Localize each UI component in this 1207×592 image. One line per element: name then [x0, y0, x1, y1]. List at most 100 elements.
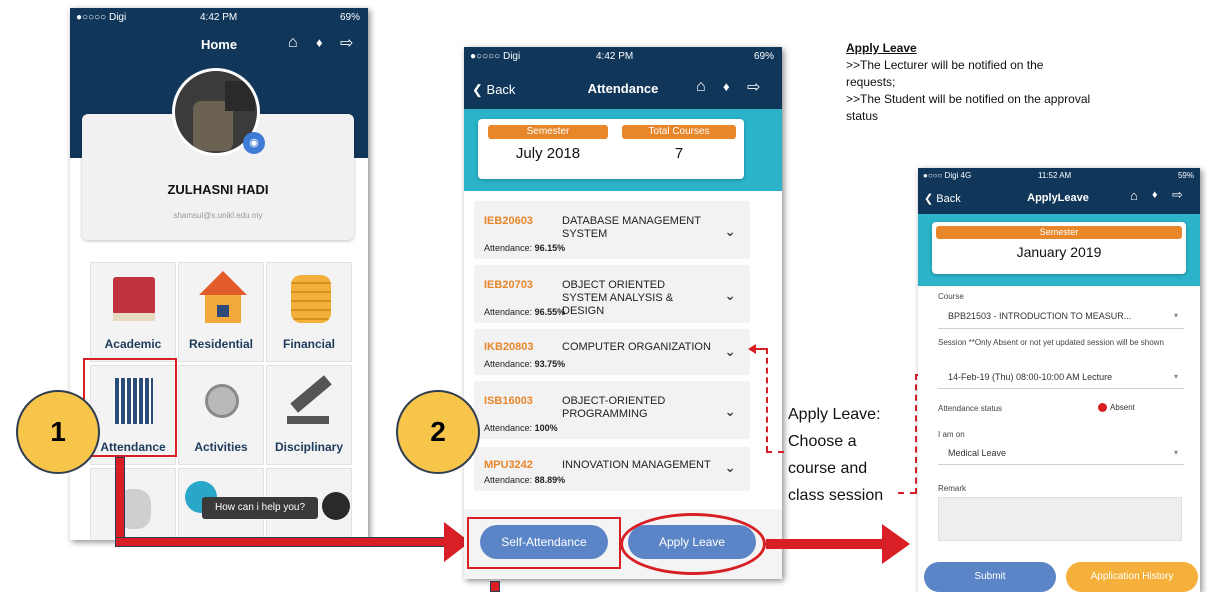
step-1-marker: 1 — [16, 390, 100, 474]
course-name: DATABASE MANAGEMENT SYSTEM — [562, 215, 701, 240]
profile-email: shamsul@s.unikl.edu.my — [173, 211, 263, 220]
semester-label: Semester — [936, 226, 1182, 239]
note-line: class session — [788, 487, 884, 504]
chevron-down-icon[interactable]: ⌄ — [724, 223, 736, 240]
clock-text: 4:42 PM — [200, 12, 238, 23]
course-code: MPU3242 — [484, 459, 533, 471]
camera-icon[interactable]: ◉ — [243, 132, 265, 154]
caret-down-icon[interactable]: ▾ — [1174, 448, 1178, 457]
course-code: IKB20803 — [484, 341, 534, 353]
dashed-pointer — [898, 492, 916, 494]
tile-financial[interactable]: Financial — [266, 262, 352, 362]
caret-down-icon[interactable]: ▾ — [1174, 311, 1178, 320]
course-code: IEB20603 — [484, 215, 533, 227]
attendance-value: 100% — [534, 423, 558, 433]
step-2-marker: 2 — [396, 390, 480, 474]
course-name: OBJECT-ORIENTED PROGRAMMING — [562, 395, 666, 420]
course-item[interactable]: IKB20803 COMPUTER ORGANIZATION Attendanc… — [474, 329, 750, 375]
attendance-value: 93.75% — [534, 359, 566, 369]
semester-card: Semester July 2018 Total Courses 7 — [478, 119, 744, 179]
tile-label: Academic — [104, 337, 162, 351]
chat-bubble[interactable]: How can i help you? — [202, 497, 318, 519]
course-item[interactable]: ISB16003 OBJECT-ORIENTED PROGRAMMING Att… — [474, 381, 750, 439]
note-title: Apply Leave — [846, 41, 917, 55]
course-attendance: Attendance: 96.15% — [484, 243, 565, 253]
battery-text: 69% — [339, 12, 360, 23]
total-courses-value: 7 — [674, 145, 684, 162]
self-attendance-highlight — [467, 517, 621, 569]
support-agent-icon[interactable] — [322, 492, 350, 520]
home-icon[interactable]: ⌂ — [288, 34, 298, 52]
chevron-down-icon[interactable]: ⌄ — [724, 343, 736, 360]
attendance-status-value: Absent — [1110, 403, 1135, 412]
chevron-down-icon[interactable]: ⌄ — [724, 403, 736, 420]
arrow-line — [115, 457, 125, 547]
logout-icon[interactable]: ⇨ — [340, 33, 353, 53]
chevron-left-icon: ❮ — [472, 82, 483, 97]
note-line: Choose a — [788, 433, 857, 450]
status-bar: ●○○○○ Digi 4:42 PM 69% — [464, 51, 782, 65]
course-name: COMPUTER ORGANIZATION — [562, 341, 711, 353]
tile-label: Residential — [188, 337, 254, 351]
status-bar: ●○○○○ Digi 4:42 PM 69% — [70, 12, 368, 26]
session-label: Session **Only Absent or not yet updated… — [938, 338, 1164, 347]
course-code: IEB20703 — [484, 279, 533, 291]
semester-banner: Semester July 2018 Total Courses 7 — [464, 109, 782, 191]
attendance-label: Attendance: — [484, 307, 533, 317]
remark-textarea[interactable] — [938, 497, 1182, 541]
chevron-left-icon: ❮ — [924, 193, 934, 205]
apply-leave-note: Apply Leave >>The Lecturer will be notif… — [846, 40, 1096, 125]
course-item[interactable]: IEB20703 OBJECT ORIENTED SYSTEM ANALYSIS… — [474, 265, 750, 323]
bell-icon[interactable]: ♦ — [723, 79, 730, 94]
alert-icon — [1098, 403, 1107, 412]
caret-down-icon[interactable]: ▾ — [1174, 372, 1178, 381]
note-line: course and — [788, 460, 868, 477]
clock-text: 4:42 PM — [596, 51, 634, 62]
course-item[interactable]: MPU3242 INNOVATION MANAGEMENT Attendance… — [474, 447, 750, 491]
attendance-label: Attendance: — [484, 423, 533, 433]
logout-icon[interactable]: ⇨ — [1172, 187, 1183, 203]
arrow-line — [766, 539, 884, 549]
attendance-label: Attendance: — [484, 475, 533, 485]
course-name: INNOVATION MANAGEMENT — [562, 459, 711, 471]
house-icon — [199, 271, 247, 295]
book-icon — [113, 277, 155, 315]
semester-value: July 2018 — [515, 145, 581, 162]
bell-icon[interactable]: ♦ — [316, 35, 323, 50]
status-bar: ●○○○ Digi 4G 11:52 AM 59% — [918, 171, 1200, 183]
leave-type-select[interactable]: Medical Leave — [948, 448, 1006, 458]
course-item[interactable]: IEB20603 DATABASE MANAGEMENT SYSTEM Atte… — [474, 201, 750, 259]
course-label: Course — [938, 292, 964, 301]
attendance-header: ●○○○○ Digi 4:42 PM 69% ❮ Back Attendance… — [464, 47, 782, 109]
semester-banner: Semester January 2019 — [918, 214, 1200, 286]
back-button[interactable]: ❮ Back — [472, 82, 515, 98]
tile-partial[interactable] — [90, 468, 176, 540]
tile-activities[interactable]: Activities — [178, 365, 264, 465]
tile-label: Disciplinary — [274, 440, 344, 454]
home-icon[interactable]: ⌂ — [696, 78, 706, 96]
battery-text: 59% — [1177, 171, 1194, 180]
attendance-label: Attendance: — [484, 243, 533, 253]
logout-icon[interactable]: ⇨ — [747, 77, 760, 97]
divider — [938, 388, 1184, 389]
apply-leave-header: ●○○○ Digi 4G 11:52 AM 59% ❮ Back ApplyLe… — [918, 168, 1200, 214]
session-select[interactable]: 14-Feb-19 (Thu) 08:00-10:00 AM Lecture — [948, 372, 1172, 382]
arrow-line — [115, 537, 445, 547]
chevron-down-icon[interactable]: ⌄ — [724, 287, 736, 304]
submit-button[interactable]: Submit — [924, 562, 1056, 592]
back-button[interactable]: ❮ Back — [924, 192, 961, 205]
choose-course-note: Apply Leave: Choose a course and class s… — [788, 401, 883, 509]
tile-disciplinary[interactable]: Disciplinary — [266, 365, 352, 465]
coins-icon — [291, 275, 331, 323]
course-select[interactable]: BPB21503 - INTRODUCTION TO MEASUR... — [948, 311, 1158, 321]
tile-academic[interactable]: Academic — [90, 262, 176, 362]
chevron-down-icon[interactable]: ⌄ — [724, 459, 736, 476]
note-line: >>The Student will be notified on the ap… — [846, 92, 1091, 123]
attendance-status-label: Attendance status — [938, 404, 1003, 413]
application-history-button[interactable]: Application History — [1066, 562, 1198, 592]
bell-icon[interactable]: ♦ — [1152, 189, 1158, 201]
home-icon[interactable]: ⌂ — [1130, 188, 1138, 203]
arrow-head — [882, 524, 910, 564]
note-line: Apply Leave: — [788, 406, 881, 423]
tile-residential[interactable]: Residential — [178, 262, 264, 362]
